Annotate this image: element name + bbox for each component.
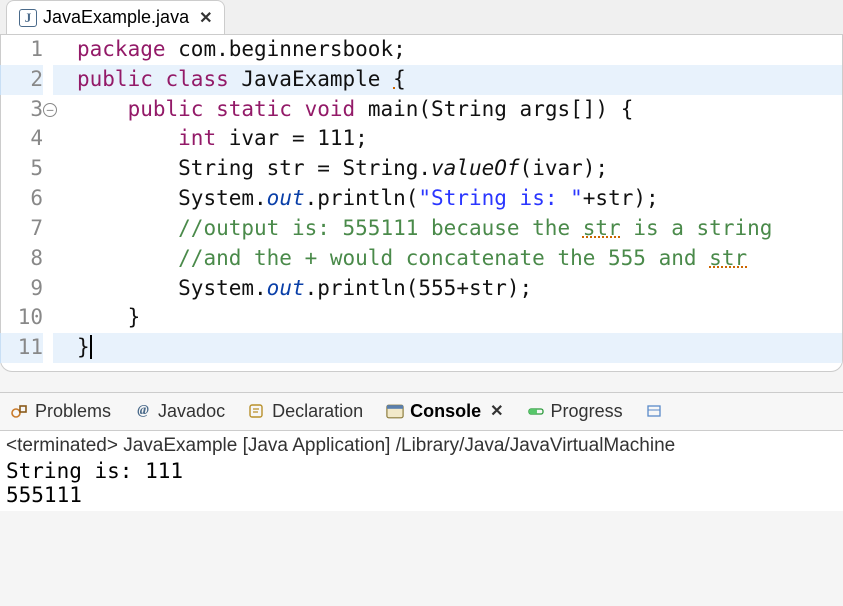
tab-label: Declaration	[272, 401, 363, 422]
tab-progress[interactable]: Progress	[522, 399, 627, 424]
editor-tab-filename: JavaExample.java	[43, 7, 189, 28]
code-line[interactable]: //output is: 555111 because the str is a…	[77, 216, 772, 240]
console-output: String is: 111 555111	[6, 459, 837, 507]
line-number: 1	[1, 35, 43, 65]
close-icon[interactable]: ✕	[490, 401, 503, 421]
line-number: 11	[1, 333, 43, 363]
code-editor[interactable]: 123–4567891011 package com.beginnersbook…	[0, 35, 843, 372]
tab-label: Console	[410, 401, 481, 422]
line-number: 7	[1, 214, 43, 244]
editor-tab-bar: J JavaExample.java ✕	[0, 0, 843, 35]
line-number: 8	[1, 244, 43, 274]
line-number: 5	[1, 154, 43, 184]
line-number: 3–	[1, 95, 43, 125]
code-line[interactable]: System.out.println(555+str);	[77, 276, 532, 300]
code-line[interactable]: int ivar = 111;	[77, 126, 368, 150]
tab-problems[interactable]: Problems	[6, 399, 115, 424]
code-line[interactable]: public static void main(String args[]) {	[77, 97, 633, 121]
code-line[interactable]: //and the + would concatenate the 555 an…	[77, 246, 747, 270]
close-icon[interactable]: ✕	[199, 8, 212, 28]
tab-extra[interactable]	[641, 400, 669, 422]
tab-label: Progress	[551, 401, 623, 422]
bottom-panel-tabs: Problems @ Javadoc Declaration Console ✕…	[0, 392, 843, 431]
line-number: 2	[1, 65, 43, 95]
code-line[interactable]: package com.beginnersbook;	[77, 37, 406, 61]
code-line[interactable]: public class JavaExample {	[53, 65, 842, 95]
declaration-icon	[247, 402, 267, 420]
code-content[interactable]: package com.beginnersbook; public class …	[53, 35, 842, 363]
line-number: 4	[1, 124, 43, 154]
line-number: 6	[1, 184, 43, 214]
code-line[interactable]: }	[77, 305, 140, 329]
tab-javadoc[interactable]: @ Javadoc	[129, 399, 229, 424]
progress-icon	[526, 402, 546, 420]
code-line[interactable]: System.out.println("String is: "+str);	[77, 186, 659, 210]
problems-icon	[10, 402, 30, 420]
tab-console[interactable]: Console ✕	[381, 399, 507, 424]
tab-label: Problems	[35, 401, 111, 422]
line-number: 10	[1, 303, 43, 333]
tab-label: Javadoc	[158, 401, 225, 422]
java-file-icon: J	[19, 9, 37, 27]
editor-tab[interactable]: J JavaExample.java ✕	[6, 0, 225, 34]
code-line[interactable]: String str = String.valueOf(ivar);	[77, 156, 608, 180]
javadoc-icon: @	[133, 402, 153, 420]
console-status: <terminated> JavaExample [Java Applicati…	[6, 435, 837, 457]
line-number-gutter: 123–4567891011	[1, 35, 53, 363]
code-line[interactable]: }	[53, 333, 842, 363]
console-icon	[385, 402, 405, 420]
fold-toggle-icon[interactable]: –	[43, 103, 57, 117]
tab-declaration[interactable]: Declaration	[243, 399, 367, 424]
extra-view-icon	[645, 402, 665, 420]
line-number: 9	[1, 274, 43, 304]
console-panel: <terminated> JavaExample [Java Applicati…	[0, 431, 843, 511]
